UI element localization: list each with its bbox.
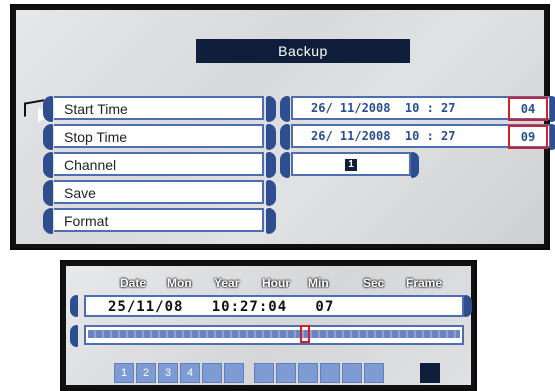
full-view-icon[interactable] (224, 363, 244, 383)
channel-2-button[interactable]: 2 (136, 363, 156, 383)
channel-label-button[interactable]: Channel (54, 152, 264, 176)
timeline-position-marker[interactable] (300, 325, 310, 343)
start-time-label-button[interactable]: Start Time (54, 96, 264, 120)
header-date: Date (120, 276, 147, 290)
playback-panel-body: Date Mon Year Hour Min Sec Frame 25/11/0… (66, 266, 474, 385)
start-time-row: Start Time 26/ 11/2008 10 : 27 04 (16, 96, 555, 124)
stop-time-sep-right (280, 124, 290, 150)
timeline-row (70, 325, 480, 347)
fast-forward-icon[interactable] (298, 363, 318, 383)
channel-label: Channel (64, 157, 117, 173)
stop-icon[interactable] (364, 363, 384, 383)
stop-time-label-button[interactable]: Stop Time (54, 124, 264, 148)
time-display-row: 25/11/08 10:27:04 07 (70, 295, 480, 319)
header-sec: Sec (363, 276, 385, 290)
channel-number: 1 (345, 159, 357, 171)
save-left-cap (43, 180, 53, 206)
time-display: 25/11/08 10:27:04 07 (84, 295, 464, 317)
save-sep (266, 180, 276, 206)
header-min: Min (308, 276, 329, 290)
time-right-cap (464, 295, 472, 317)
start-time-left-cap (43, 96, 53, 122)
play-pause-icon[interactable] (276, 363, 296, 383)
slow-icon[interactable] (342, 363, 362, 383)
channel-row: Channel 1 (16, 152, 544, 180)
stop-time-sep-left (266, 124, 276, 150)
format-sep (266, 208, 276, 234)
stop-time-field[interactable]: 26/ 11/2008 10 : 27 09 (291, 124, 551, 149)
stop-time-row: Stop Time 26/ 11/2008 10 : 27 09 (16, 124, 555, 152)
channel-end-cap (411, 152, 419, 178)
backup-window-body: Backup Start Time 26/ 11/2008 10 : 27 04… (16, 10, 555, 244)
start-time-label: Start Time (64, 101, 128, 117)
save-row: Save (16, 180, 544, 208)
format-label: Format (64, 213, 109, 229)
timeline-slider[interactable] (84, 325, 464, 345)
header-year: Year (214, 276, 240, 290)
format-button[interactable]: Format (54, 208, 264, 232)
start-time-sep-right (280, 96, 290, 122)
start-time-value: 26/ 11/2008 10 : 27 (311, 101, 456, 115)
time-display-value: 25/11/08 10:27:04 07 (108, 299, 335, 315)
window-title: Backup (196, 39, 410, 63)
channel-1-button[interactable]: 1 (114, 363, 134, 383)
quad-view-icon[interactable] (202, 363, 222, 383)
timeline-left-cap (70, 325, 78, 347)
stop-time-left-cap (43, 124, 53, 150)
header-mon: Mon (167, 276, 192, 290)
backup-window: Backup Start Time 26/ 11/2008 10 : 27 04… (10, 4, 555, 250)
stop-time-end-cap (550, 124, 555, 150)
header-frame: Frame (406, 276, 443, 290)
stop-time-label: Stop Time (64, 129, 128, 145)
save-button[interactable]: Save (54, 180, 264, 204)
step-icon[interactable] (320, 363, 340, 383)
save-label: Save (64, 185, 96, 201)
channel-sep-right (280, 152, 290, 178)
timeline-track (88, 330, 460, 338)
exit-icon[interactable] (420, 363, 440, 383)
stop-time-seconds[interactable]: 09 (508, 125, 548, 149)
channel-sep-left (266, 152, 276, 178)
time-left-cap (70, 295, 78, 317)
rewind-icon[interactable] (254, 363, 274, 383)
format-left-cap (43, 208, 53, 234)
start-time-field[interactable]: 26/ 11/2008 10 : 27 04 (291, 96, 551, 121)
start-time-sep-left (266, 96, 276, 122)
stop-time-value: 26/ 11/2008 10 : 27 (311, 129, 456, 143)
time-headers: Date Mon Year Hour Min Sec Frame (66, 276, 471, 292)
header-hour: Hour (262, 276, 290, 290)
start-time-end-cap (550, 96, 555, 122)
channel-4-button[interactable]: 4 (180, 363, 200, 383)
channel-3-button[interactable]: 3 (158, 363, 178, 383)
channel-field[interactable]: 1 (291, 152, 411, 176)
playback-controls: 1 2 3 4 (114, 363, 474, 385)
format-row: Format (16, 208, 544, 236)
playback-panel: Date Mon Year Hour Min Sec Frame 25/11/0… (60, 260, 477, 391)
start-time-seconds[interactable]: 04 (508, 97, 548, 121)
channel-left-cap (43, 152, 53, 178)
